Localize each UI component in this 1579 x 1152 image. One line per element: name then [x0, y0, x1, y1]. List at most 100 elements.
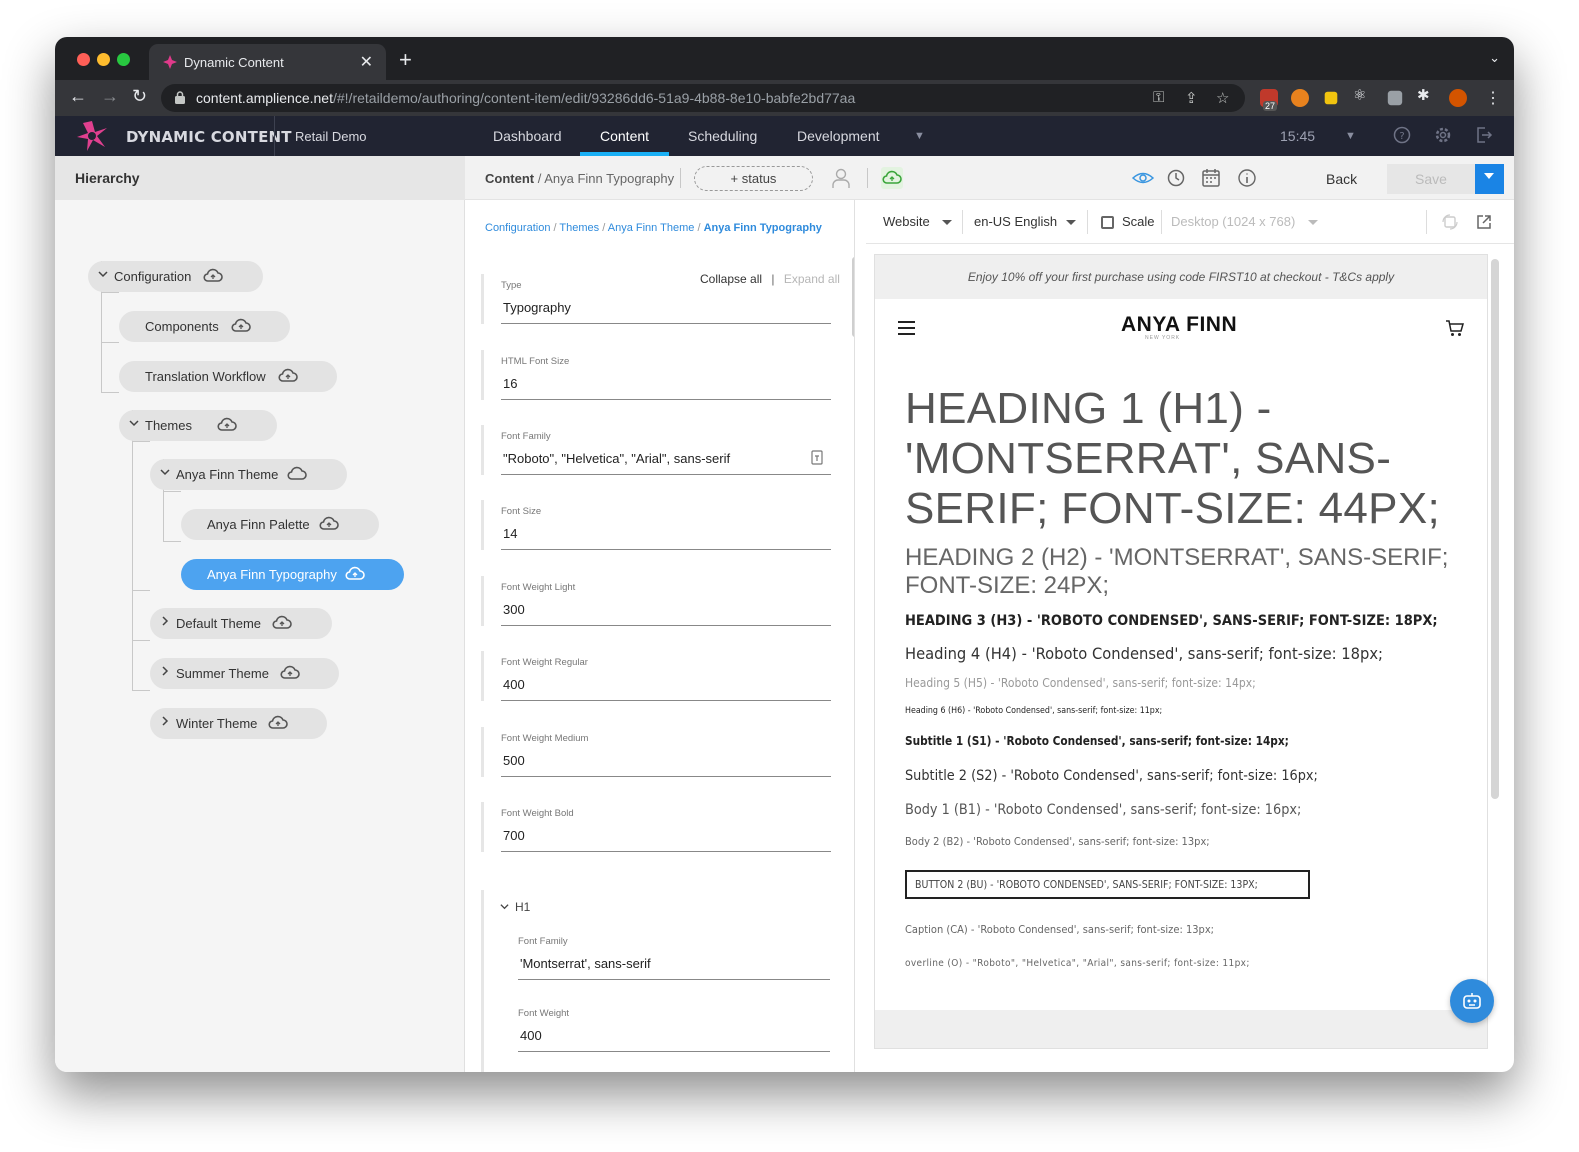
tab-scheduling[interactable]: Scheduling — [688, 128, 757, 144]
hub-name[interactable]: Retail Demo — [295, 129, 367, 144]
form-scrollbar[interactable] — [852, 257, 854, 337]
html-font-size-input[interactable]: 16 — [503, 376, 517, 391]
chevron-right-icon[interactable] — [160, 666, 170, 676]
tree-node-themes[interactable]: Themes — [119, 410, 277, 441]
field-underline — [501, 700, 831, 701]
tab-dashboard[interactable]: Dashboard — [493, 128, 562, 144]
field-h1-font-weight: Font Weight 400 — [502, 1002, 830, 1052]
tree-node-translation-workflow[interactable]: Translation Workflow — [119, 361, 337, 392]
maximize-window-button[interactable] — [117, 53, 130, 66]
anya-finn-logo-sub: NEW YORK — [1145, 335, 1181, 341]
binance-extension-icon[interactable] — [1324, 91, 1338, 105]
back-arrow-icon[interactable]: ← — [69, 86, 87, 107]
chevron-down-icon[interactable] — [98, 269, 108, 279]
preview-scrollbar[interactable] — [1491, 259, 1499, 799]
sample-button-label: Button 2 (BU) - 'Roboto Condensed', sans… — [915, 878, 1258, 891]
font-weight-bold-input[interactable]: 700 — [503, 828, 525, 843]
chevron-down-icon[interactable] — [129, 418, 139, 428]
tree-node-anya-finn-palette[interactable]: Anya Finn Palette — [181, 509, 379, 540]
clock-chevron-icon[interactable]: ▼ — [1345, 130, 1356, 142]
sample-button-2[interactable]: Button 2 (BU) - 'Roboto Condensed', sans… — [905, 870, 1310, 899]
minimize-window-button[interactable] — [97, 53, 110, 66]
tree-node-anya-finn-typography[interactable]: Anya Finn Typography — [181, 559, 404, 590]
key-icon[interactable]: ⚿ — [1153, 89, 1164, 106]
tree-node-label: Anya Finn Theme — [176, 467, 279, 482]
h1-section-toggle[interactable]: H1 — [500, 900, 530, 914]
chatbot-button[interactable] — [1450, 979, 1494, 1023]
tab-development[interactable]: Development — [797, 128, 880, 144]
calendar-icon[interactable] — [1200, 167, 1222, 189]
tree-node-components[interactable]: Components — [119, 311, 290, 342]
bookmark-star-icon[interactable]: ☆ — [1216, 89, 1229, 107]
open-external-icon[interactable] — [1475, 213, 1493, 231]
camera-extension-icon[interactable] — [1387, 90, 1403, 106]
info-icon[interactable] — [1236, 167, 1258, 189]
close-window-button[interactable] — [77, 53, 90, 66]
metamask-extension-icon[interactable] — [1291, 89, 1309, 107]
chevron-right-icon[interactable] — [160, 616, 170, 626]
url-input[interactable]: content.amplience.net/#!/retaildemo/auth… — [161, 84, 1245, 112]
chevron-down-icon[interactable] — [942, 220, 952, 225]
field-font-weight-medium: Font Weight Medium 500 — [481, 727, 831, 777]
tree-node-configuration[interactable]: Configuration — [88, 261, 263, 292]
back-button[interactable]: Back — [1326, 171, 1357, 187]
chevron-down-icon[interactable] — [160, 467, 170, 477]
type-input[interactable]: Typography — [503, 300, 571, 315]
chevron-down-icon[interactable] — [1308, 220, 1318, 225]
puzzle-extensions-icon[interactable]: ✱ — [1417, 86, 1435, 104]
hamburger-menu-icon[interactable] — [898, 321, 915, 335]
scale-checkbox[interactable] — [1101, 216, 1114, 229]
tree-node-winter-theme[interactable]: Winter Theme — [150, 708, 327, 739]
tree-node-anya-finn-theme[interactable]: Anya Finn Theme — [150, 459, 347, 490]
reload-icon[interactable]: ↻ — [132, 86, 147, 107]
font-family-input[interactable]: "Roboto", "Helvetica", "Arial", sans-ser… — [503, 451, 730, 466]
address-bar-row: ← → ↻ content.amplience.net/#!/retaildem… — [55, 80, 1514, 116]
tree-node-default-theme[interactable]: Default Theme — [150, 608, 332, 639]
tab-content[interactable]: Content — [600, 128, 649, 144]
font-weight-medium-input[interactable]: 500 — [503, 753, 525, 768]
tab-close-icon[interactable]: ✕ — [360, 52, 373, 72]
font-size-input[interactable]: 14 — [503, 526, 517, 541]
help-icon[interactable]: ? — [1393, 126, 1411, 144]
font-weight-light-input[interactable]: 300 — [503, 602, 525, 617]
save-options-dropdown[interactable] — [1475, 164, 1504, 194]
rotate-device-icon[interactable] — [1441, 213, 1459, 231]
chevron-right-icon[interactable] — [160, 716, 170, 726]
h1-font-weight-input[interactable]: 400 — [520, 1028, 542, 1043]
forward-arrow-icon[interactable]: → — [101, 86, 119, 107]
h1-font-family-input[interactable]: 'Montserrat', sans-serif — [520, 956, 651, 971]
tree-node-summer-theme[interactable]: Summer Theme — [150, 658, 339, 689]
shopping-cart-icon[interactable] — [1445, 319, 1465, 337]
react-extension-icon[interactable]: ⚛ — [1353, 86, 1371, 104]
tab-search-chevron-icon[interactable]: ⌄ — [1489, 50, 1500, 66]
preview-eye-icon[interactable] — [1132, 167, 1154, 189]
breadcrumb-themes[interactable]: Themes — [559, 222, 599, 234]
h1-section-title: H1 — [515, 900, 531, 914]
chevron-down-icon[interactable] — [1066, 220, 1076, 225]
history-icon[interactable] — [1165, 167, 1187, 189]
new-tab-button[interactable]: + — [399, 47, 412, 73]
settings-gear-icon[interactable] — [1434, 126, 1452, 144]
assignee-user-icon[interactable] — [830, 167, 852, 189]
channel-select[interactable]: Website — [883, 214, 930, 229]
nav-more-chevron-icon[interactable]: ▼ — [914, 130, 925, 142]
device-select[interactable]: Desktop (1024 x 768) — [1171, 214, 1295, 229]
save-button[interactable]: Save — [1387, 164, 1475, 194]
text-field-icon[interactable] — [811, 450, 823, 465]
locale-select[interactable]: en-US English — [974, 214, 1057, 229]
form-breadcrumb: Configuration / Themes / Anya Finn Theme… — [485, 222, 822, 234]
profile-avatar[interactable] — [1449, 89, 1467, 107]
cloud-sync-icon[interactable] — [881, 167, 903, 189]
breadcrumb-configuration[interactable]: Configuration — [485, 222, 550, 234]
breadcrumb-anya-finn-theme[interactable]: Anya Finn Theme — [608, 222, 695, 234]
breadcrumb-root[interactable]: Content — [485, 171, 534, 186]
browser-menu-icon[interactable]: ⋮ — [1485, 88, 1501, 108]
browser-tab[interactable]: Dynamic Content ✕ — [149, 44, 386, 80]
add-status-button[interactable]: + status — [694, 166, 813, 191]
font-weight-regular-input[interactable]: 400 — [503, 677, 525, 692]
share-icon[interactable]: ⇪ — [1185, 89, 1198, 107]
content-form-panel: Configuration / Themes / Anya Finn Theme… — [465, 200, 855, 1072]
amplience-logo-icon — [77, 121, 107, 151]
logout-icon[interactable] — [1475, 126, 1493, 144]
breadcrumb-current: Anya Finn Typography — [703, 222, 822, 234]
